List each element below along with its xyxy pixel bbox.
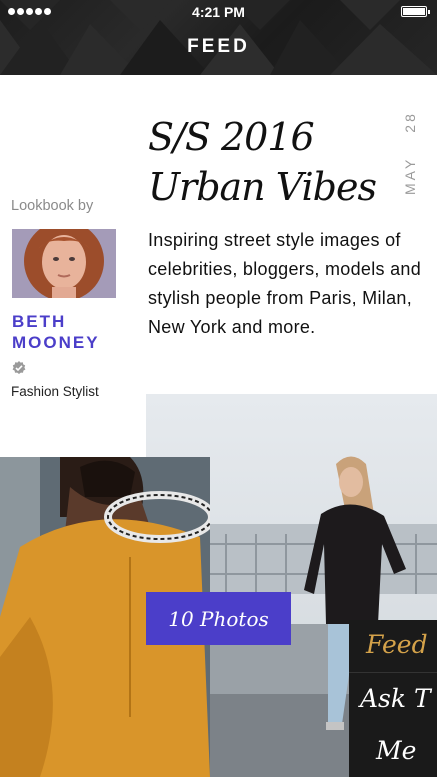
date-day: 28 (402, 111, 418, 133)
page-title: FEED (187, 36, 250, 57)
author-name[interactable]: BETH MOONEY (12, 311, 132, 353)
headline-line-2: Urban Vibes (148, 165, 377, 209)
article-headline[interactable]: S/S 2016 Urban Vibes (148, 112, 398, 212)
battery-icon (401, 6, 430, 17)
menu-divider (349, 672, 437, 673)
menu-item-feed[interactable]: Feed (366, 630, 437, 660)
photo-count-button[interactable]: 10 Photos (146, 592, 291, 645)
headline-line-1: S/S 2016 (148, 115, 315, 159)
menu-item-me[interactable]: Me (376, 736, 437, 766)
lookbook-label: Lookbook by (11, 198, 94, 214)
author-avatar[interactable] (12, 229, 116, 298)
author-name-line-1: BETH (12, 312, 67, 331)
status-bar: 4:21 PM (0, 0, 437, 24)
date-month: MAY (402, 156, 418, 195)
app-header: 4:21 PM FEED (0, 0, 437, 75)
verified-badge-icon (12, 361, 26, 374)
menu-item-ask[interactable]: Ask T (360, 684, 437, 714)
article-description: Inspiring street style images of celebri… (148, 230, 422, 337)
author-name-line-2: MOONEY (12, 333, 100, 352)
author-role: Fashion Stylist (11, 384, 99, 399)
article-date: MAY 28 (402, 111, 418, 195)
status-time: 4:21 PM (192, 4, 245, 20)
